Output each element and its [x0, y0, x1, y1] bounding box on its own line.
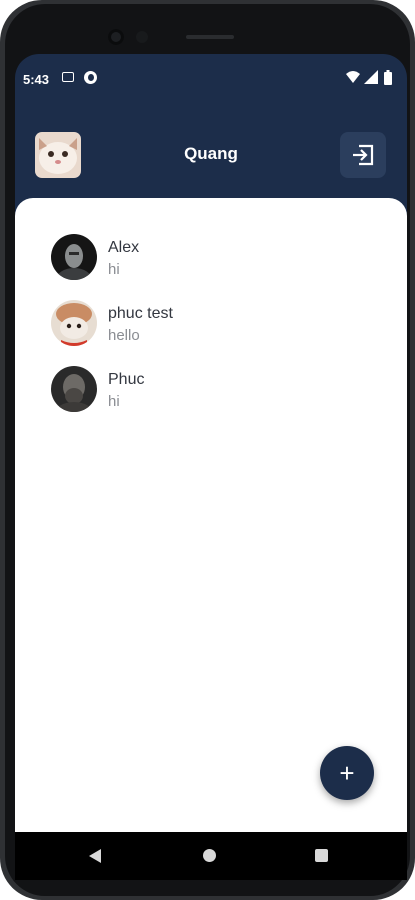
status-bar: 5:43 [15, 54, 407, 102]
signal-icon [364, 70, 378, 84]
phone-frame: 5:43 Quang Alex hi phuc test hello Phuc … [0, 0, 415, 900]
back-icon[interactable] [88, 848, 102, 864]
chat-name: Alex [108, 239, 140, 256]
alex-avatar [51, 234, 97, 280]
system-nav-bar [15, 832, 407, 880]
chat-list-panel: Alex hi phuc test hello Phuc hi + [15, 198, 407, 868]
chat-item-phuc[interactable]: Phuc hi [51, 366, 381, 418]
phuc-test-avatar [51, 300, 97, 346]
logout-icon [353, 144, 374, 166]
chat-preview: hi [108, 393, 120, 410]
wifi-icon [346, 71, 360, 83]
new-chat-button[interactable]: + [320, 746, 374, 800]
front-camera [108, 29, 124, 45]
logout-button[interactable] [340, 132, 386, 178]
status-time: 5:43 [23, 72, 50, 87]
circle-app-icon [84, 71, 97, 84]
chat-name: Phuc [108, 371, 145, 388]
chat-item-alex[interactable]: Alex hi [51, 234, 381, 286]
chat-preview: hi [108, 261, 120, 278]
battery-icon [384, 70, 392, 85]
app-screen: 5:43 Quang Alex hi phuc test hello Phuc … [15, 54, 407, 868]
plus-icon: + [339, 758, 355, 788]
message-icon [62, 72, 74, 82]
chat-name: phuc test [108, 305, 173, 322]
proximity-sensor [136, 31, 148, 43]
home-icon[interactable] [203, 849, 216, 862]
chat-item-phuc-test[interactable]: phuc test hello [51, 300, 381, 352]
phuc-avatar [51, 366, 97, 412]
status-icons [346, 70, 400, 86]
app-header: Quang [15, 102, 407, 198]
recents-icon[interactable] [315, 849, 328, 862]
chat-preview: hello [108, 327, 140, 344]
earpiece-speaker [186, 35, 234, 39]
